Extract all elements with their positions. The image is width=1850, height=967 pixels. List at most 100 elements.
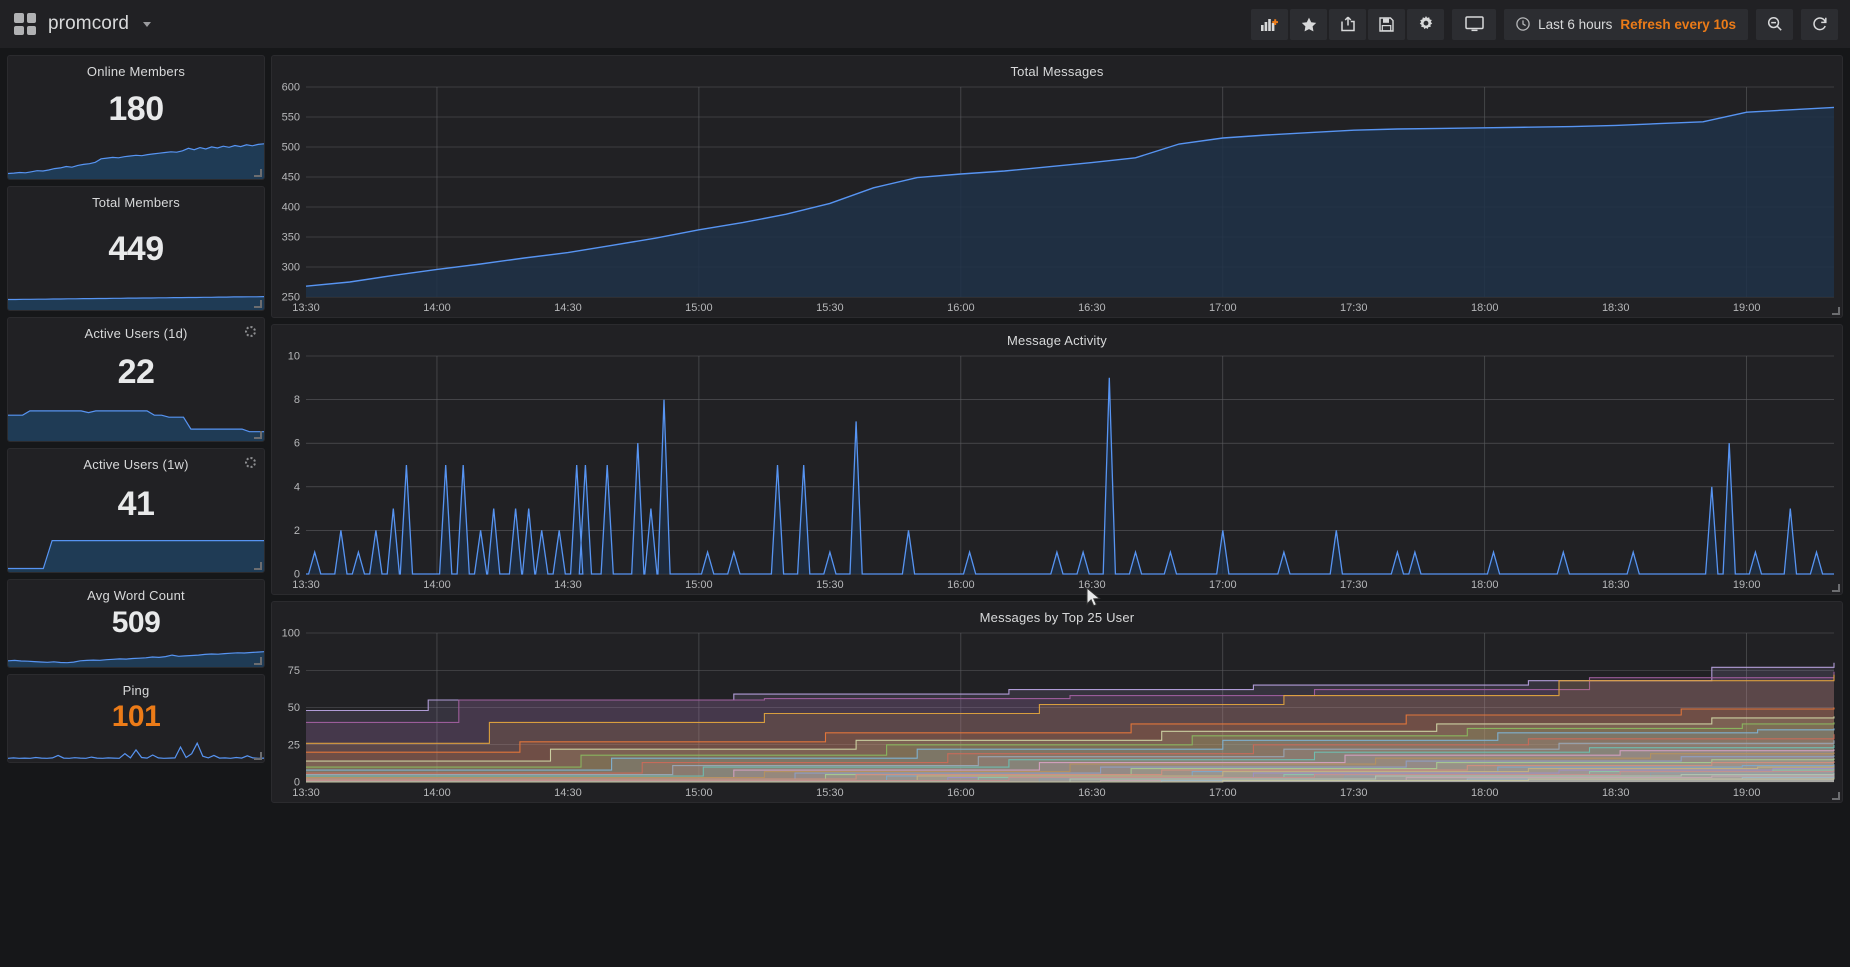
refresh-button[interactable] <box>1801 8 1838 40</box>
stat-value: 180 <box>108 89 164 128</box>
svg-text:14:30: 14:30 <box>554 787 582 799</box>
panel-resize-handle[interactable] <box>254 752 262 760</box>
time-range-label: Last 6 hours <box>1538 16 1613 32</box>
loading-spinner-icon <box>245 326 256 337</box>
svg-text:17:30: 17:30 <box>1340 302 1368 314</box>
share-button[interactable] <box>1329 8 1367 40</box>
add-panel-button[interactable] <box>1251 8 1289 40</box>
dashboard-body: Online Members 180 Total Members 449 Act… <box>0 49 1850 967</box>
svg-text:2: 2 <box>294 525 300 537</box>
panel-resize-handle[interactable] <box>254 657 262 665</box>
panel-online-members[interactable]: Online Members 180 <box>7 55 265 180</box>
panel-total-messages[interactable]: Total Messages 250 300 350 400 450 500 550 600 1… <box>271 55 1843 318</box>
svg-text:13:30: 13:30 <box>292 579 320 591</box>
svg-text:14:00: 14:00 <box>423 302 451 314</box>
kiosk-button[interactable] <box>1452 8 1497 40</box>
graph-panel-column: Total Messages 250 300 350 400 450 500 550 600 1… <box>271 55 1843 967</box>
sparkline-online-members <box>8 139 264 179</box>
panel-resize-handle[interactable] <box>254 562 262 570</box>
graph-top-users[interactable]: 0 25 50 75 100 13:30 14:00 14:30 15:00 15:30 16:00… <box>272 625 1842 802</box>
sparkline-active-users-1w <box>8 536 264 572</box>
panel-total-members[interactable]: Total Members 449 <box>7 186 265 311</box>
svg-text:17:00: 17:00 <box>1209 579 1237 591</box>
sparkline-active-users-1d <box>8 403 264 441</box>
star-button[interactable] <box>1290 8 1328 40</box>
panel-title: Active Users (1w) <box>83 457 189 472</box>
svg-text:50: 50 <box>288 702 300 714</box>
stat-panel-column: Online Members 180 Total Members 449 Act… <box>7 55 265 967</box>
zoom-out-button[interactable] <box>1756 8 1793 40</box>
grid-icon[interactable] <box>14 13 36 35</box>
svg-text:14:30: 14:30 <box>554 302 582 314</box>
view-mode-group <box>1452 8 1497 40</box>
svg-text:17:00: 17:00 <box>1209 302 1237 314</box>
panel-title: Online Members <box>86 64 186 79</box>
panel-resize-handle[interactable] <box>1832 584 1840 592</box>
svg-text:350: 350 <box>282 232 300 244</box>
panel-active-users-1w[interactable]: Active Users (1w) 41 <box>7 448 265 573</box>
svg-text:13:30: 13:30 <box>292 302 320 314</box>
graph-message-activity[interactable]: 0 2 4 6 8 10 13:30 14:00 14:30 15:00 15:30 16:00 16:… <box>272 348 1842 594</box>
svg-text:4: 4 <box>294 481 300 493</box>
panel-resize-handle[interactable] <box>1832 792 1840 800</box>
svg-text:14:00: 14:00 <box>423 787 451 799</box>
panel-resize-handle[interactable] <box>254 431 262 439</box>
settings-button[interactable] <box>1407 8 1445 40</box>
graph-total-messages[interactable]: 250 300 350 400 450 500 550 600 13:30 14:00 14:30 1… <box>272 79 1842 317</box>
dashboard-title[interactable]: promcord <box>48 13 129 35</box>
svg-text:10: 10 <box>288 351 300 363</box>
svg-text:19:00: 19:00 <box>1733 787 1761 799</box>
svg-text:16:30: 16:30 <box>1078 302 1106 314</box>
svg-text:600: 600 <box>282 82 300 94</box>
svg-text:14:00: 14:00 <box>423 579 451 591</box>
panel-resize-handle[interactable] <box>1832 307 1840 315</box>
panel-resize-handle[interactable] <box>254 300 262 308</box>
stat-value: 449 <box>108 229 164 268</box>
svg-text:17:30: 17:30 <box>1340 787 1368 799</box>
stat-value: 41 <box>117 484 155 523</box>
svg-text:15:00: 15:00 <box>685 579 713 591</box>
stat-value: 101 <box>111 700 161 733</box>
sparkline-avg-word-count <box>8 643 264 667</box>
clock-icon <box>1516 17 1530 31</box>
svg-text:18:00: 18:00 <box>1471 579 1499 591</box>
panel-resize-handle[interactable] <box>254 169 262 177</box>
panel-avg-word-count[interactable]: Avg Word Count 509 <box>7 579 265 668</box>
panel-top-users[interactable]: Messages by Top 25 User 0 25 50 75 100 13:30 1… <box>271 601 1843 803</box>
svg-text:75: 75 <box>288 665 300 677</box>
svg-text:500: 500 <box>282 142 300 154</box>
panel-active-users-1d[interactable]: Active Users (1d) 22 <box>7 317 265 442</box>
svg-text:25: 25 <box>288 739 300 751</box>
panel-message-activity[interactable]: Message Activity 0 2 4 6 8 10 13:30 14:00 14:30 1… <box>271 324 1843 595</box>
svg-text:15:00: 15:00 <box>685 787 713 799</box>
svg-text:15:00: 15:00 <box>685 302 713 314</box>
svg-text:18:00: 18:00 <box>1471 787 1499 799</box>
panel-ping[interactable]: Ping 101 <box>7 674 265 763</box>
svg-text:100: 100 <box>282 628 300 640</box>
svg-text:13:30: 13:30 <box>292 787 320 799</box>
svg-text:400: 400 <box>282 202 300 214</box>
svg-text:16:30: 16:30 <box>1078 579 1106 591</box>
svg-text:15:30: 15:30 <box>816 787 844 799</box>
svg-text:17:00: 17:00 <box>1209 787 1237 799</box>
loading-spinner-icon <box>245 457 256 468</box>
refresh-interval-label: Refresh every 10s <box>1620 16 1736 32</box>
panel-title: Total Messages <box>1010 64 1104 79</box>
panel-title: Message Activity <box>1006 333 1107 348</box>
panel-title: Avg Word Count <box>87 588 185 603</box>
svg-text:18:30: 18:30 <box>1602 302 1630 314</box>
svg-text:16:00: 16:00 <box>947 787 975 799</box>
svg-text:17:30: 17:30 <box>1340 579 1368 591</box>
stat-value: 22 <box>117 352 155 391</box>
panel-actions-group <box>1251 8 1445 40</box>
navbar-left: promcord <box>14 13 152 35</box>
panel-title: Messages by Top 25 User <box>979 610 1135 625</box>
chevron-down-icon[interactable] <box>143 21 152 27</box>
time-range-picker[interactable]: Last 6 hours Refresh every 10s <box>1504 8 1748 40</box>
svg-text:15:30: 15:30 <box>816 579 844 591</box>
svg-text:300: 300 <box>282 262 300 274</box>
navbar-right: Last 6 hours Refresh every 10s <box>1251 8 1838 40</box>
svg-text:450: 450 <box>282 172 300 184</box>
save-button[interactable] <box>1368 8 1406 40</box>
svg-text:19:00: 19:00 <box>1733 302 1761 314</box>
